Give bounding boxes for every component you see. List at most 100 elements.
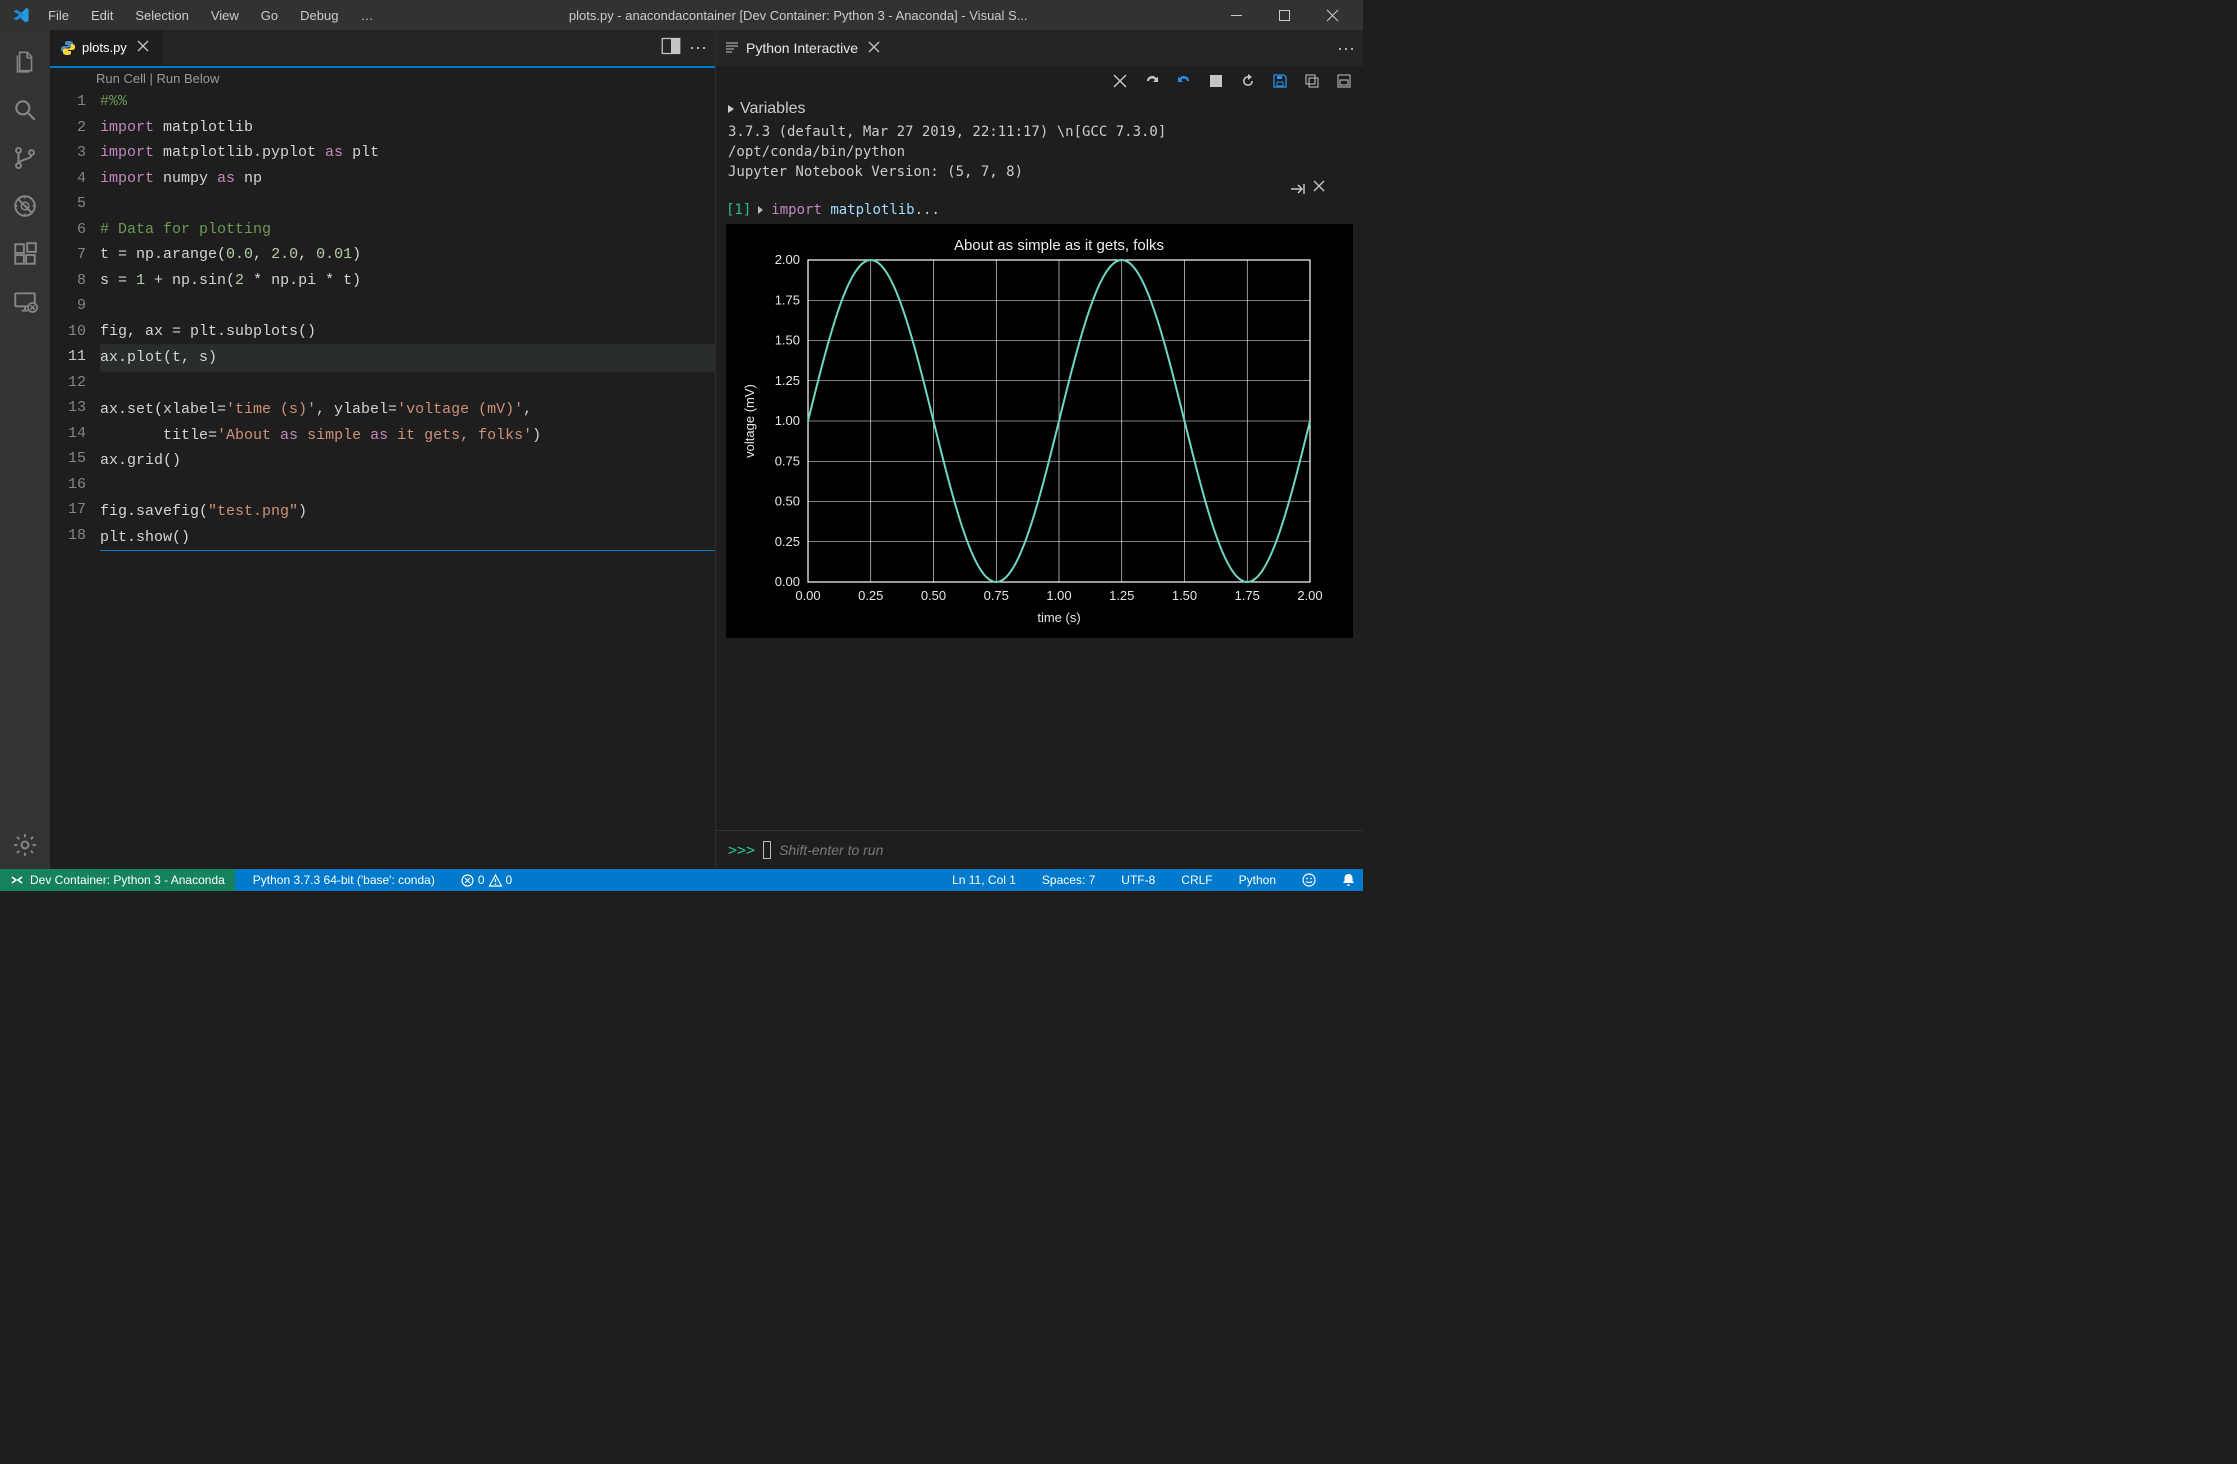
menu-overflow[interactable]: … bbox=[350, 4, 383, 27]
editor-tab-plots[interactable]: plots.py bbox=[50, 30, 164, 65]
window-controls bbox=[1213, 0, 1355, 30]
activity-search[interactable] bbox=[1, 86, 49, 134]
editor-more-button[interactable]: ··· bbox=[689, 37, 707, 58]
menu-file[interactable]: File bbox=[38, 4, 79, 27]
svg-text:1.00: 1.00 bbox=[775, 413, 800, 428]
codelens-run-cell[interactable]: Run Cell bbox=[96, 71, 146, 86]
close-icon bbox=[1313, 180, 1325, 192]
minimize-button[interactable] bbox=[1213, 0, 1259, 30]
smiley-icon bbox=[1302, 873, 1316, 887]
split-icon bbox=[661, 36, 681, 56]
status-language[interactable]: Python bbox=[1231, 873, 1284, 887]
activity-remote[interactable] bbox=[1, 278, 49, 326]
editor-body[interactable]: 123456789101112131415161718 #%%import ma… bbox=[50, 89, 715, 869]
status-remote[interactable]: Dev Container: Python 3 - Anaconda bbox=[0, 869, 235, 891]
vscode-logo-icon bbox=[12, 6, 30, 24]
code-area[interactable]: #%%import matplotlibimport matplotlib.py… bbox=[100, 89, 715, 869]
codelens-bar: Run Cell | Run Below bbox=[50, 66, 715, 89]
gear-icon bbox=[12, 832, 38, 858]
svg-text:0.50: 0.50 bbox=[775, 494, 800, 509]
status-encoding[interactable]: UTF-8 bbox=[1113, 873, 1163, 887]
remote-explorer-icon bbox=[12, 289, 38, 315]
restart-button[interactable] bbox=[1239, 72, 1257, 90]
editor-tab-label: plots.py bbox=[82, 40, 127, 55]
status-eol[interactable]: CRLF bbox=[1173, 873, 1220, 887]
status-notifications[interactable] bbox=[1334, 873, 1363, 887]
svg-text:1.75: 1.75 bbox=[775, 292, 800, 307]
interactive-tab[interactable]: Python Interactive bbox=[746, 40, 884, 56]
menu-view[interactable]: View bbox=[201, 4, 249, 27]
env-info-line1: 3.7.3 (default, Mar 27 2019, 22:11:17) \… bbox=[716, 122, 1363, 142]
save-icon bbox=[1272, 73, 1288, 89]
status-problems[interactable]: 0 0 bbox=[453, 873, 520, 887]
title-bar: File Edit Selection View Go Debug … plot… bbox=[0, 0, 1363, 30]
menu-edit[interactable]: Edit bbox=[81, 4, 123, 27]
interrupt-button[interactable] bbox=[1207, 72, 1225, 90]
interactive-toolbar bbox=[716, 66, 1363, 96]
export-icon bbox=[1304, 73, 1320, 89]
cell-close-button[interactable] bbox=[1313, 180, 1325, 201]
input-caret bbox=[763, 841, 771, 859]
status-feedback[interactable] bbox=[1294, 873, 1324, 887]
cell-step-button[interactable] bbox=[1289, 180, 1307, 201]
svg-text:About as simple as it gets, fo: About as simple as it gets, folks bbox=[954, 237, 1164, 254]
editor-tab-bar: plots.py ··· bbox=[50, 30, 715, 66]
activity-scm[interactable] bbox=[1, 134, 49, 182]
activity-debug[interactable] bbox=[1, 182, 49, 230]
split-editor-button[interactable] bbox=[661, 36, 681, 59]
variables-header[interactable]: Variables bbox=[716, 96, 1363, 122]
cell-row: [1] import matplotlib... bbox=[716, 182, 1363, 224]
delete-all-button[interactable] bbox=[1111, 72, 1129, 90]
chevron-right-icon[interactable] bbox=[757, 205, 765, 215]
activity-extensions[interactable] bbox=[1, 230, 49, 278]
maximize-button[interactable] bbox=[1261, 0, 1307, 30]
line-gutter: 123456789101112131415161718 bbox=[50, 89, 100, 869]
redo-button[interactable] bbox=[1143, 72, 1161, 90]
svg-text:1.00: 1.00 bbox=[1046, 588, 1071, 603]
svg-text:voltage (mV): voltage (mV) bbox=[742, 384, 757, 458]
svg-text:0.00: 0.00 bbox=[775, 574, 800, 589]
python-file-icon bbox=[60, 40, 76, 56]
status-indent[interactable]: Spaces: 7 bbox=[1034, 873, 1103, 887]
status-remote-label: Dev Container: Python 3 - Anaconda bbox=[30, 873, 225, 887]
menu-bar: File Edit Selection View Go Debug … bbox=[38, 4, 383, 27]
preview-icon bbox=[724, 40, 740, 56]
chart-svg: 0.000.250.500.751.001.251.501.752.000.00… bbox=[736, 232, 1324, 632]
svg-text:1.50: 1.50 bbox=[1172, 588, 1197, 603]
svg-text:0.25: 0.25 bbox=[858, 588, 883, 603]
codelens-run-below[interactable]: Run Below bbox=[156, 71, 219, 86]
svg-text:time (s): time (s) bbox=[1037, 610, 1080, 625]
bell-icon bbox=[1342, 873, 1355, 887]
menu-debug[interactable]: Debug bbox=[290, 4, 348, 27]
variables-label: Variables bbox=[740, 100, 806, 118]
status-bar: Dev Container: Python 3 - Anaconda Pytho… bbox=[0, 869, 1363, 891]
input-placeholder: Shift-enter to run bbox=[779, 842, 883, 858]
editor-pane: plots.py ··· Run Cell | Run Below bbox=[50, 30, 715, 869]
menu-go[interactable]: Go bbox=[251, 4, 288, 27]
status-interpreter[interactable]: Python 3.7.3 64-bit ('base': conda) bbox=[245, 873, 443, 887]
svg-text:0.00: 0.00 bbox=[795, 588, 820, 603]
expand-button[interactable] bbox=[1335, 72, 1353, 90]
activity-settings[interactable] bbox=[1, 821, 49, 869]
debug-icon bbox=[12, 193, 38, 219]
save-button[interactable] bbox=[1271, 72, 1289, 90]
export-button[interactable] bbox=[1303, 72, 1321, 90]
svg-text:0.75: 0.75 bbox=[775, 453, 800, 468]
chevron-right-icon bbox=[726, 104, 736, 114]
remote-icon bbox=[10, 873, 24, 887]
interactive-input-row[interactable]: >>> Shift-enter to run bbox=[716, 830, 1363, 869]
svg-text:0.25: 0.25 bbox=[775, 534, 800, 549]
menu-selection[interactable]: Selection bbox=[125, 4, 198, 27]
status-cursor[interactable]: Ln 11, Col 1 bbox=[944, 873, 1024, 887]
close-button[interactable] bbox=[1309, 0, 1355, 30]
undo-button[interactable] bbox=[1175, 72, 1193, 90]
activity-explorer[interactable] bbox=[1, 38, 49, 86]
main-area: plots.py ··· Run Cell | Run Below bbox=[0, 30, 1363, 869]
status-error-count: 0 bbox=[478, 873, 485, 887]
redo-icon bbox=[1144, 73, 1160, 89]
interactive-tab-close[interactable] bbox=[864, 40, 884, 56]
interactive-more-button[interactable]: ··· bbox=[1337, 38, 1355, 59]
svg-text:0.75: 0.75 bbox=[984, 588, 1009, 603]
editor-tab-close[interactable] bbox=[133, 40, 153, 55]
close-icon bbox=[137, 40, 149, 52]
